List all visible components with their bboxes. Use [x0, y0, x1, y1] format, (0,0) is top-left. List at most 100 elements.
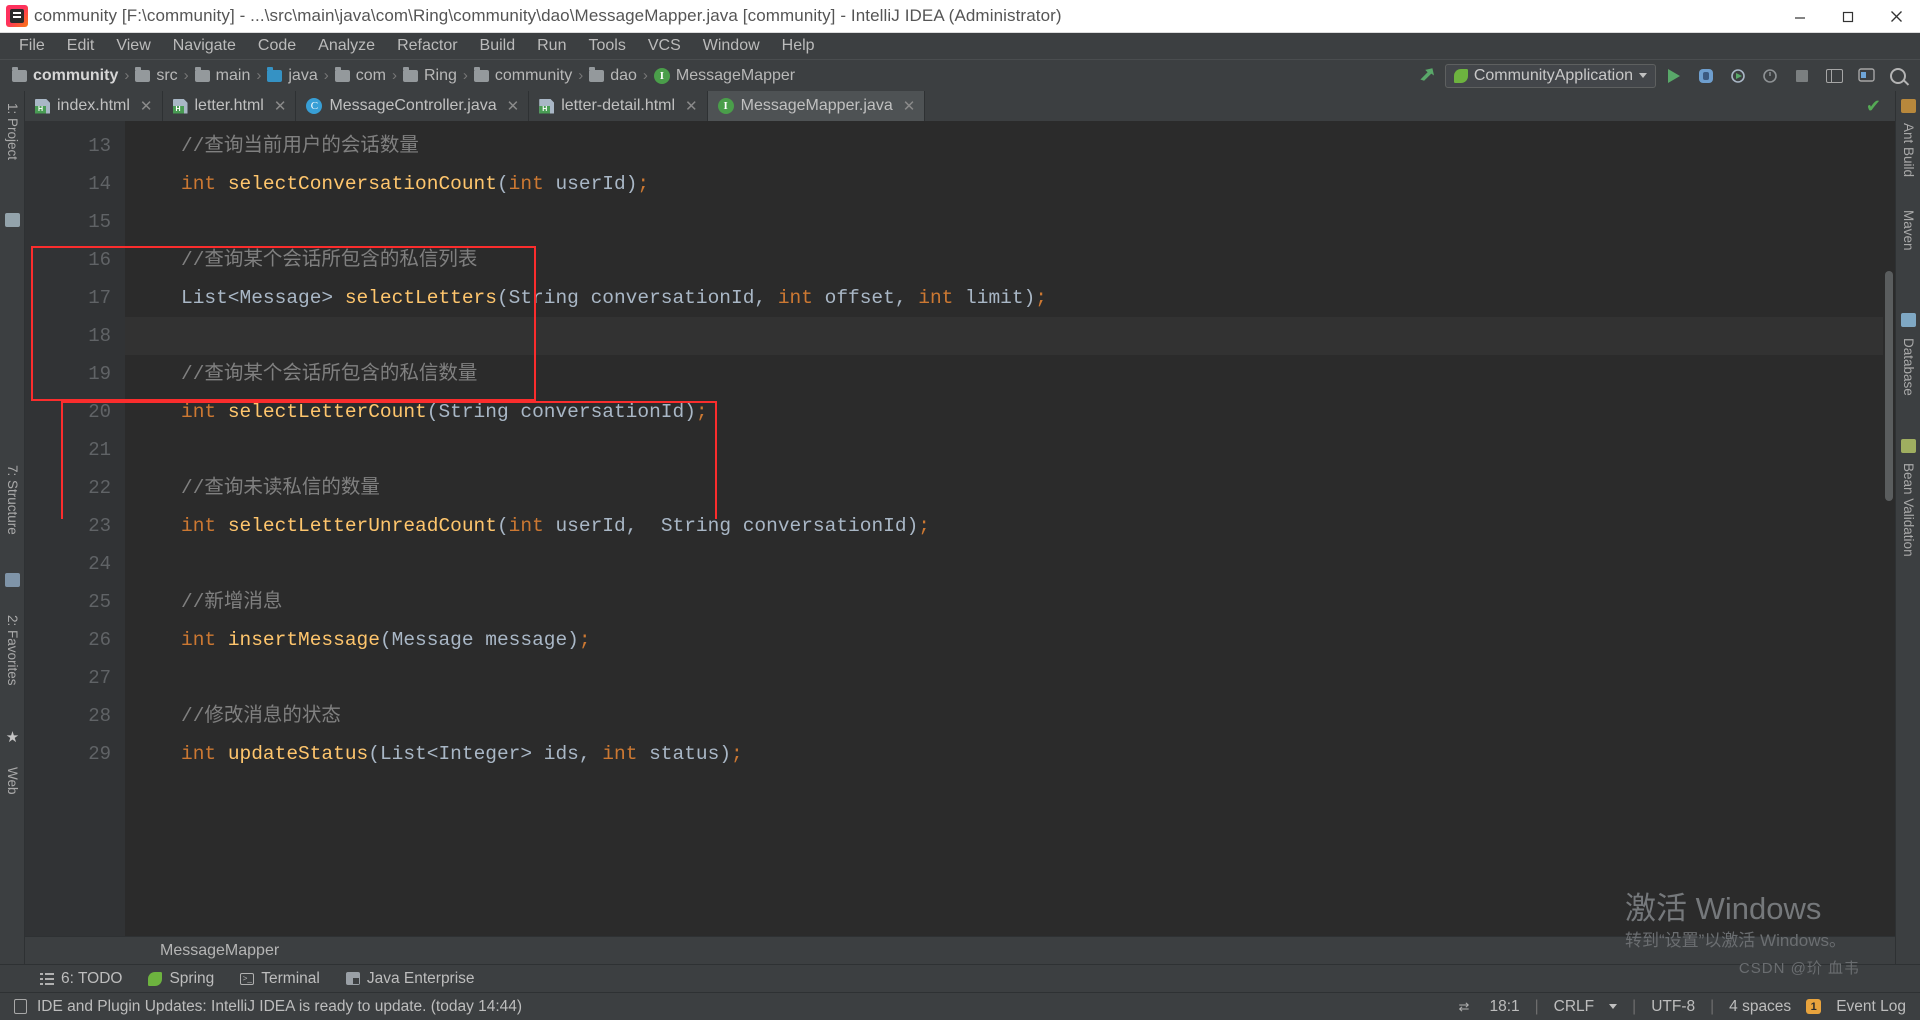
close-icon[interactable]: ✕ [274, 97, 287, 115]
structure-icon[interactable] [5, 573, 20, 587]
chevron-down-icon[interactable] [1609, 1004, 1618, 1009]
tab-index-html[interactable]: index.html ✕ [25, 91, 163, 121]
code-line[interactable]: int selectLetterUnreadCount(int userId, … [125, 507, 1895, 545]
code-line[interactable] [125, 431, 1895, 469]
database-icon[interactable] [1901, 313, 1916, 327]
code-line[interactable]: List<Message> selectLetters(String conve… [125, 279, 1895, 317]
code-line[interactable] [125, 659, 1895, 697]
code-line[interactable]: //新增消息 [125, 583, 1895, 621]
breadcrumb-item-dao[interactable]: dao [585, 66, 641, 85]
menu-analyze[interactable]: Analyze [307, 35, 386, 57]
close-icon[interactable]: ✕ [140, 97, 153, 115]
sidebar-item-ant-build[interactable]: Ant Build [1896, 119, 1920, 181]
maximize-button[interactable] [1824, 0, 1872, 33]
menu-build[interactable]: Build [469, 35, 527, 57]
code-line[interactable]: //修改消息的状态 [125, 697, 1895, 735]
minimize-button[interactable] [1776, 0, 1824, 33]
menu-window[interactable]: Window [692, 35, 771, 57]
bean-validation-icon[interactable] [1901, 439, 1916, 453]
breadcrumb-item-community2[interactable]: community [470, 66, 576, 85]
code-content[interactable]: //查询当前用户的会话数量 int selectConversationCount… [125, 121, 1895, 936]
tab-messagemapper-java[interactable]: I MessageMapper.java ✕ [707, 91, 926, 121]
ant-icon[interactable] [1901, 99, 1916, 113]
inspection-status-icon[interactable]: ✔ [1852, 91, 1895, 121]
breadcrumb-separator: › [256, 67, 262, 84]
scrollbar-thumb[interactable] [1885, 271, 1893, 501]
close-button[interactable] [1872, 0, 1920, 33]
stop-icon[interactable] [1788, 63, 1816, 89]
menu-run[interactable]: Run [526, 35, 577, 57]
code-line[interactable]: //查询某个会话所包含的私信列表 [125, 241, 1895, 279]
sidebar-item-database[interactable]: Database [1896, 334, 1920, 400]
menu-code[interactable]: Code [247, 35, 307, 57]
sidebar-item-bean-validation[interactable]: Bean Validation [1896, 459, 1920, 561]
menu-view[interactable]: View [105, 35, 161, 57]
menu-file[interactable]: File [8, 35, 56, 57]
breadcrumb-item-java[interactable]: java [263, 66, 321, 85]
tool-window-terminal[interactable]: >_ Terminal [240, 970, 320, 988]
editor-breadcrumb[interactable]: MessageMapper [25, 936, 1895, 964]
branch-icon[interactable]: ⇄ [1458, 999, 1474, 1014]
code-line[interactable]: //查询某个会话所包含的私信数量 [125, 355, 1895, 393]
code-line[interactable]: //查询未读私信的数量 [125, 469, 1895, 507]
breadcrumb-item-community[interactable]: community [8, 66, 122, 85]
profiler-icon[interactable] [1756, 63, 1784, 89]
close-icon[interactable]: ✕ [507, 97, 520, 115]
status-message-area[interactable]: IDE and Plugin Updates: IntelliJ IDEA is… [14, 998, 522, 1016]
layout-icon[interactable] [1820, 63, 1848, 89]
tool-window-todo[interactable]: 6: TODO [40, 970, 122, 988]
menu-tools[interactable]: Tools [577, 35, 636, 57]
code-line[interactable]: //查询当前用户的会话数量 [125, 127, 1895, 165]
hammer-icon[interactable] [1413, 63, 1441, 89]
run-with-coverage-icon[interactable] [1724, 63, 1752, 89]
debug-icon[interactable] [1692, 63, 1720, 89]
sidebar-item-favorites[interactable]: 2: Favorites [0, 611, 25, 690]
sidebar-item-structure[interactable]: 7: Structure [0, 461, 25, 539]
event-log-badge[interactable]: 1 [1806, 999, 1822, 1014]
event-log-label[interactable]: Event Log [1836, 998, 1906, 1016]
breadcrumb-item-com[interactable]: com [331, 66, 390, 85]
close-icon[interactable]: ✕ [903, 97, 916, 115]
close-icon[interactable]: ✕ [685, 97, 698, 115]
code-token: ; [918, 515, 930, 537]
menu-help[interactable]: Help [771, 35, 826, 57]
breadcrumb-item-ring[interactable]: Ring [399, 66, 461, 85]
sidebar-item-web[interactable]: Web [0, 763, 25, 799]
code-line[interactable]: int updateStatus(List<Integer> ids, int … [125, 735, 1895, 773]
code-line[interactable] [125, 203, 1895, 241]
run-icon[interactable] [1660, 63, 1688, 89]
tool-window-java-enterprise[interactable]: Java Enterprise [345, 970, 475, 988]
menu-navigate[interactable]: Navigate [162, 35, 247, 57]
tab-letter-detail-html[interactable]: letter-detail.html ✕ [529, 91, 708, 121]
tool-strip-label: Bean Validation [1901, 463, 1916, 557]
web-icon[interactable] [5, 731, 20, 745]
code-line[interactable]: int selectConversationCount(int userId); [125, 165, 1895, 203]
tool-window-label: 6: TODO [61, 969, 123, 987]
code-line[interactable]: int insertMessage(Message message); [125, 621, 1895, 659]
indent-setting[interactable]: 4 spaces [1729, 998, 1791, 1016]
code-line[interactable]: int selectLetterCount(String conversatio… [125, 393, 1895, 431]
tab-messagecontroller-java[interactable]: C MessageController.java ✕ [296, 91, 530, 121]
project-icon[interactable] [5, 213, 20, 227]
code-line[interactable] [125, 545, 1895, 583]
code-editor[interactable]: 13 14 15 16 17 18 19 20 21 22 23 24 25 26 27 28 29 //查询当… [25, 121, 1895, 936]
breadcrumb-label: dao [610, 66, 637, 84]
file-encoding[interactable]: UTF-8 [1651, 998, 1695, 1016]
run-configuration-selector[interactable]: CommunityApplication [1444, 63, 1656, 88]
code-line[interactable] [125, 317, 1895, 355]
line-separator[interactable]: CRLF [1554, 998, 1594, 1016]
breadcrumb-item-messagemapper[interactable]: I MessageMapper [650, 67, 799, 85]
tab-letter-html[interactable]: letter.html ✕ [163, 91, 297, 121]
caret-position[interactable]: 18:1 [1489, 998, 1519, 1016]
sidebar-item-project[interactable]: 1: Project [0, 99, 25, 164]
breadcrumb-item-src[interactable]: src [131, 66, 181, 85]
breadcrumb-item-main[interactable]: main [191, 66, 255, 85]
editor-scrollbar[interactable] [1883, 121, 1895, 936]
menu-edit[interactable]: Edit [56, 35, 106, 57]
search-everywhere-icon[interactable] [1884, 63, 1912, 89]
sidebar-item-maven[interactable]: Maven [1896, 206, 1920, 255]
menu-vcs[interactable]: VCS [637, 35, 692, 57]
updates-icon[interactable] [1852, 63, 1880, 89]
tool-window-spring[interactable]: Spring [148, 970, 214, 988]
menu-refactor[interactable]: Refactor [386, 35, 468, 57]
